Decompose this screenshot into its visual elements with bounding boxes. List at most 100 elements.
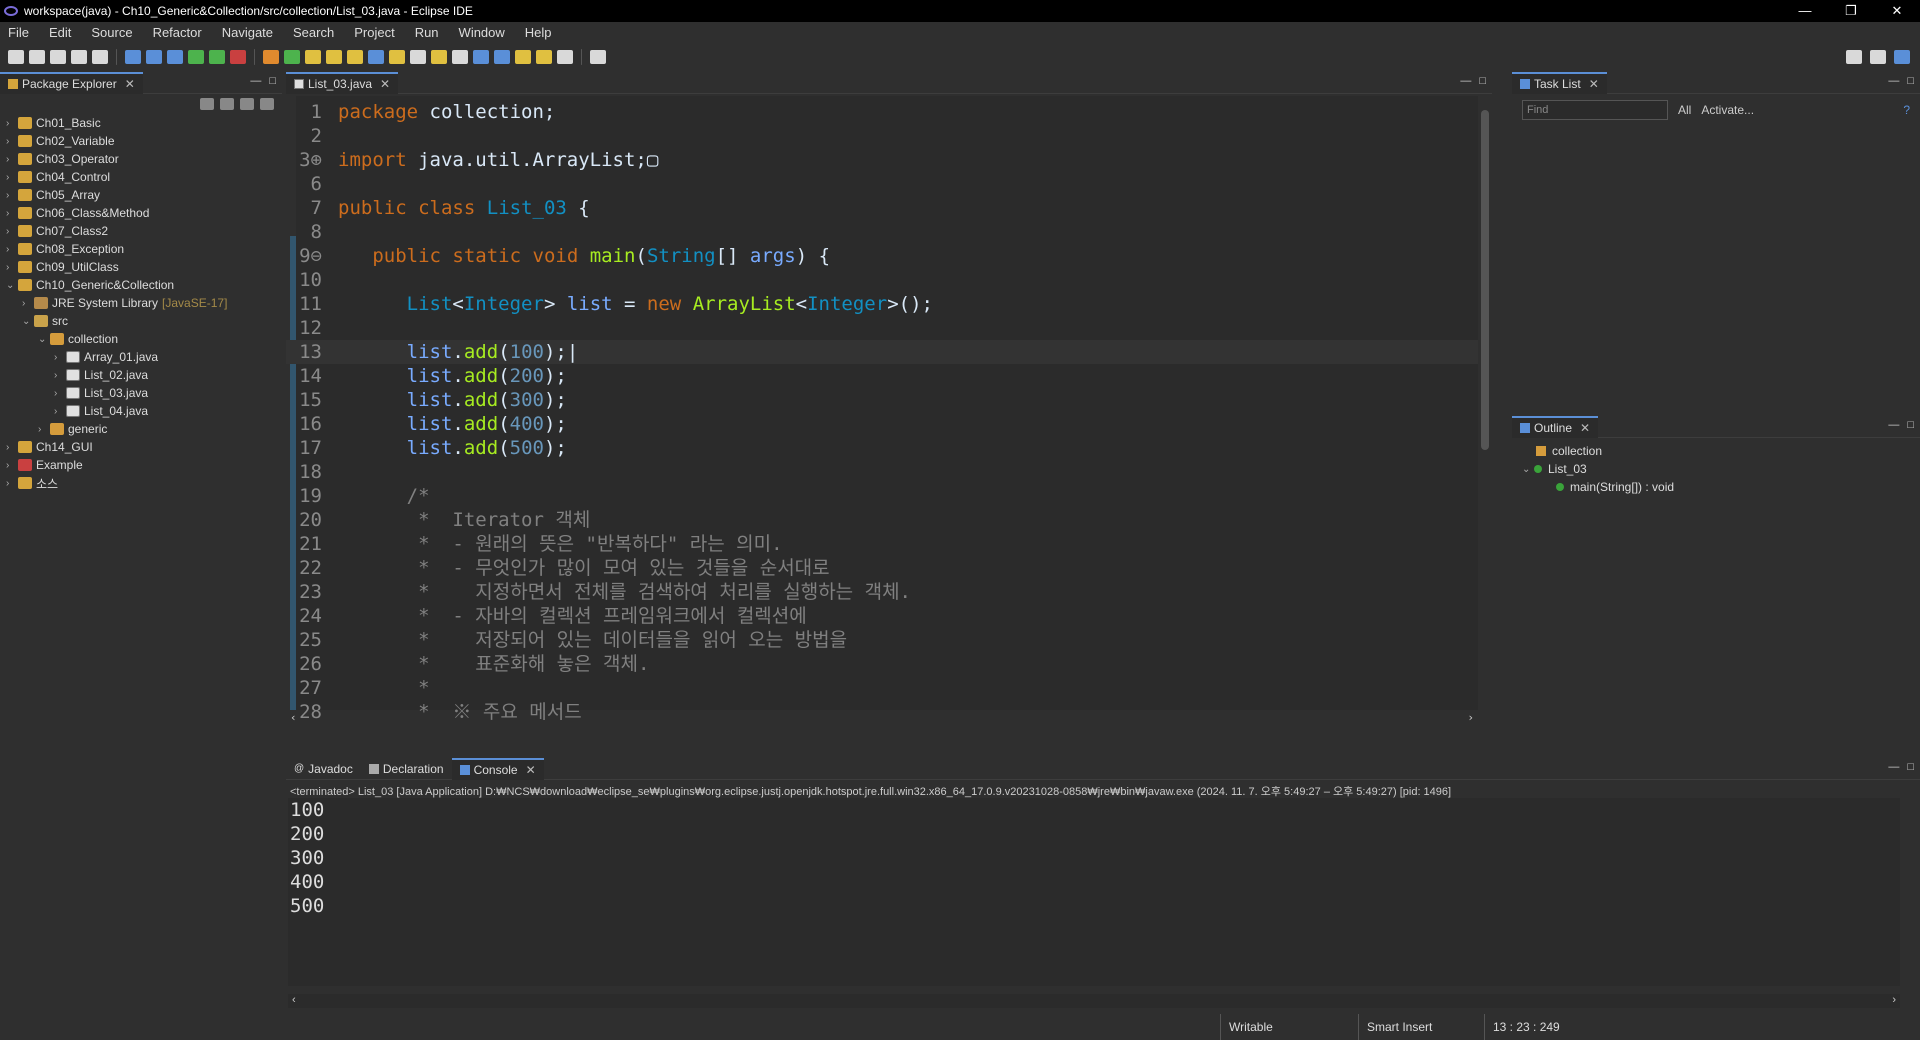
tree-item[interactable]: ⌄ src: [6, 312, 282, 330]
minimize-view-button[interactable]: —: [250, 75, 261, 87]
code-line[interactable]: 21 * - 원래의 뜻은 "반복하다" 라는 의미.: [286, 532, 1478, 556]
chevron-right-icon[interactable]: ›: [6, 154, 18, 165]
code-line[interactable]: 13 list.add(100);|: [286, 340, 1478, 364]
open-task-icon[interactable]: [326, 50, 342, 64]
menu-search[interactable]: Search: [293, 25, 334, 40]
tree-item[interactable]: › generic: [6, 420, 282, 438]
chevron-right-icon[interactable]: ›: [6, 262, 18, 273]
tab-javadoc[interactable]: @ Javadoc: [286, 758, 361, 780]
code-line[interactable]: 17 list.add(500);: [286, 436, 1478, 460]
code-line[interactable]: 24 * - 자바의 컬렉션 프레임워크에서 컬렉션에: [286, 604, 1478, 628]
link-with-editor-icon[interactable]: [220, 98, 234, 110]
search-tool-icon[interactable]: [347, 50, 363, 64]
code-line[interactable]: 3⊕ import java.util.ArrayList;▢: [286, 148, 1478, 172]
code-line[interactable]: 9⊖ public static void main(String[] args…: [286, 244, 1478, 268]
save-icon[interactable]: [29, 50, 45, 64]
tree-item[interactable]: ⌄ Ch10_Generic&Collection: [6, 276, 282, 294]
external-tools-icon[interactable]: [230, 50, 246, 64]
chevron-down-icon[interactable]: ⌄: [22, 316, 34, 327]
insert-mode-status[interactable]: Smart Insert: [1358, 1014, 1482, 1040]
chevron-right-icon[interactable]: ›: [54, 370, 66, 381]
tree-item[interactable]: › Example: [6, 456, 282, 474]
code-line[interactable]: 27 *: [286, 676, 1478, 700]
search-icon[interactable]: [1846, 50, 1862, 64]
code-line[interactable]: 22 * - 무엇인가 많이 모여 있는 것들을 순서대로: [286, 556, 1478, 580]
tree-item[interactable]: › List_03.java: [6, 384, 282, 402]
prev-annotation-icon[interactable]: [494, 50, 510, 64]
chevron-right-icon[interactable]: ›: [38, 424, 50, 435]
chevron-right-icon[interactable]: ›: [6, 244, 18, 255]
scroll-right-icon[interactable]: ›: [1892, 994, 1896, 1006]
expand-icon[interactable]: ⌄: [1522, 464, 1534, 475]
code-line[interactable]: 26 * 표준화해 놓은 객체.: [286, 652, 1478, 676]
scrollbar-thumb[interactable]: [1481, 110, 1489, 450]
view-menu-icon[interactable]: [260, 98, 274, 110]
toggle-block-icon[interactable]: [410, 50, 426, 64]
outline-item[interactable]: ⌄ List_03: [1522, 460, 1910, 478]
code-line[interactable]: 10: [286, 268, 1478, 292]
help-icon[interactable]: ?: [1903, 103, 1910, 117]
tree-item[interactable]: › Ch07_Class2: [6, 222, 282, 240]
chevron-right-icon[interactable]: ›: [6, 442, 18, 453]
menu-refactor[interactable]: Refactor: [153, 25, 202, 40]
tree-item[interactable]: › Ch04_Control: [6, 168, 282, 186]
chevron-right-icon[interactable]: ›: [54, 388, 66, 399]
next-annotation-icon[interactable]: [473, 50, 489, 64]
chevron-right-icon[interactable]: ›: [6, 478, 18, 489]
code-line[interactable]: 11 List<Integer> list = new ArrayList<In…: [286, 292, 1478, 316]
maximize-view-button[interactable]: □: [1479, 75, 1486, 87]
chevron-down-icon[interactable]: ⌄: [38, 334, 50, 345]
code-line[interactable]: 1 package collection;: [286, 100, 1478, 124]
new-icon[interactable]: [8, 50, 24, 64]
tree-item[interactable]: › List_02.java: [6, 366, 282, 384]
code-line[interactable]: 14 list.add(200);: [286, 364, 1478, 388]
redo-icon[interactable]: [92, 50, 108, 64]
code-line[interactable]: 25 * 저장되어 있는 데이터들을 읽어 오는 방법을: [286, 628, 1478, 652]
java-perspective-icon[interactable]: [1894, 50, 1910, 64]
minimize-button[interactable]: —: [1782, 0, 1828, 22]
chevron-right-icon[interactable]: ›: [6, 226, 18, 237]
outline-item[interactable]: collection: [1522, 442, 1910, 460]
close-icon[interactable]: ✕: [125, 77, 135, 91]
chevron-right-icon[interactable]: ›: [6, 190, 18, 201]
code-line[interactable]: 12: [286, 316, 1478, 340]
maximize-view-button[interactable]: □: [1907, 75, 1914, 87]
skip-breakpoints-icon[interactable]: [146, 50, 162, 64]
code-line[interactable]: 23 * 지정하면서 전체를 검색하여 처리를 실행하는 객체.: [286, 580, 1478, 604]
tree-item[interactable]: › 소스: [6, 474, 282, 492]
last-edit-icon[interactable]: [515, 50, 531, 64]
close-icon[interactable]: ✕: [526, 763, 536, 777]
menu-navigate[interactable]: Navigate: [222, 25, 273, 40]
console-vertical-scrollbar[interactable]: [1906, 798, 1920, 986]
chevron-right-icon[interactable]: ›: [22, 298, 34, 309]
show-whitespace-icon[interactable]: [431, 50, 447, 64]
save-all-icon[interactable]: [50, 50, 66, 64]
code-line[interactable]: 6: [286, 172, 1478, 196]
scroll-left-icon[interactable]: ‹: [292, 994, 296, 1006]
chevron-right-icon[interactable]: ›: [6, 172, 18, 183]
code-line[interactable]: 29 * hasNext(): [286, 724, 1478, 726]
vertical-scrollbar[interactable]: [1478, 96, 1492, 726]
menu-help[interactable]: Help: [525, 25, 552, 40]
open-type-icon[interactable]: [305, 50, 321, 64]
tab-declaration[interactable]: Declaration: [361, 758, 452, 780]
tab-task-list[interactable]: Task List ✕: [1512, 71, 1607, 94]
code-line[interactable]: 7 public class List_03 {: [286, 196, 1478, 220]
code-line[interactable]: 20 * Iterator 객체: [286, 508, 1478, 532]
new-class-icon[interactable]: [284, 50, 300, 64]
menu-run[interactable]: Run: [415, 25, 439, 40]
console-horizontal-scrollbar[interactable]: ‹ ›: [288, 994, 1900, 1008]
cursor-position-status[interactable]: 13 : 23 : 249: [1484, 1014, 1604, 1040]
code-line[interactable]: 19 /*: [286, 484, 1478, 508]
collapse-all-icon[interactable]: [200, 98, 214, 110]
tree-item[interactable]: › Ch05_Array: [6, 186, 282, 204]
close-icon[interactable]: ✕: [1589, 77, 1599, 91]
menu-source[interactable]: Source: [91, 25, 132, 40]
code-line[interactable]: 16 list.add(400);: [286, 412, 1478, 436]
chevron-right-icon[interactable]: ›: [6, 208, 18, 219]
activate-link[interactable]: Activate...: [1701, 103, 1754, 117]
run-icon[interactable]: [188, 50, 204, 64]
tree-item[interactable]: › Ch06_Class&Method: [6, 204, 282, 222]
open-perspective-icon[interactable]: [1870, 50, 1886, 64]
tab-package-explorer[interactable]: Package Explorer ✕: [0, 71, 143, 94]
